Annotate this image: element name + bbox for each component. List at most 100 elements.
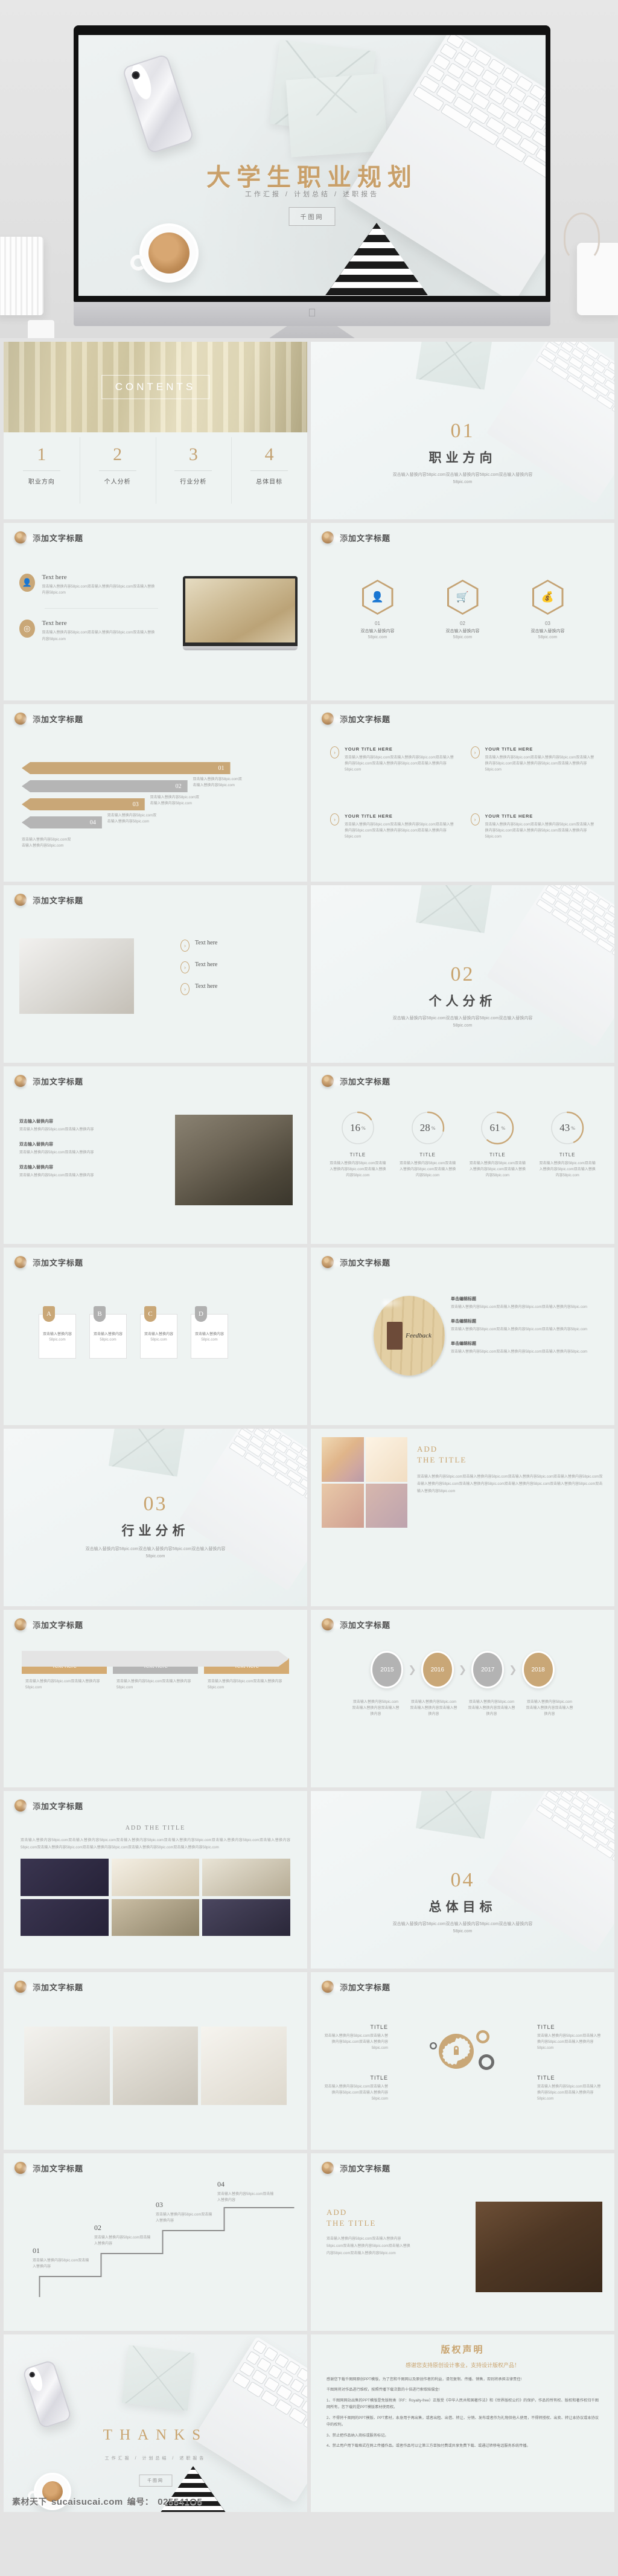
arrow-number: 01: [218, 764, 225, 772]
letter-card[interactable]: A 双击输入替换内容 58pic.com: [39, 1306, 76, 1359]
title-block[interactable]: › YOUR TITLE HERE 双击输入替换内容58pic.com双击输入替…: [470, 746, 596, 800]
feedback-item[interactable]: 单击编辑标题 双击输入替换内容58pic.com双击输入替换内容58pic.co…: [451, 1318, 606, 1333]
slide-feedback[interactable]: 添加文字标题 Feedback 单击编辑标题 双击输入替换内容58pic.com…: [311, 1248, 614, 1425]
thanks-subtitle: 工作汇报 / 计划总结 / 述职报告: [104, 2456, 206, 2461]
slide-section-01[interactable]: 01 职业方向 双击输入替换内容58pic.com双击输入替换内容58pic.c…: [311, 342, 614, 519]
feedback-item[interactable]: 单击编辑标题 双击输入替换内容58pic.com双击输入替换内容58pic.co…: [451, 1296, 606, 1310]
gear-title-item[interactable]: TITLE 双击输入替换内容58pic.com双击输入替换内容58pic.com…: [322, 2075, 388, 2103]
ring-item[interactable]: 61% TITLE 双击输入替换内容58pic.com双击输入替换内容58pic…: [468, 1110, 526, 1179]
slide-section-03[interactable]: 03 行业分析 双击输入替换内容58pic.com双击输入替换内容58pic.c…: [4, 1429, 307, 1606]
contents-item[interactable]: 3 行业分析: [155, 432, 232, 519]
slide-four-titles[interactable]: 添加文字标题 › YOUR TITLE HERE 双击输入替换内容58pic.c…: [311, 704, 614, 882]
copyright-heading: 版权声明: [441, 2345, 485, 2355]
list-item[interactable]: 双击输入替换内容 双击输入替换内容58pic.com双击输入替换内容: [19, 1141, 116, 1156]
gear-title-item[interactable]: TITLE 双击输入替换内容58pic.com双击输入替换内容58pic.com…: [537, 2075, 604, 2103]
slide-body: Text here 双击输入替换内容58pic.com双击输入替换内容58pic…: [4, 1638, 307, 1787]
divider: [174, 470, 212, 471]
slide-abcd-cards[interactable]: 添加文字标题 A 双击输入替换内容 58pic.com B 双击输入替换内容 5…: [4, 1248, 307, 1425]
arrow-row[interactable]: 03 双击输入替换内容58pic.com双击输入替换内容58pic.com: [22, 796, 289, 810]
slide-ribbon-process[interactable]: 添加文字标题 Text here 双击输入替换内容58pic.com双击输入替换…: [4, 1610, 307, 1787]
thanks-brand-button[interactable]: 千图网: [139, 2475, 172, 2487]
item-body: 双击输入替换内容58pic.com双击输入替换内容58pic.com双击输入替换…: [42, 585, 155, 595]
contents-item[interactable]: 4 总体目标: [231, 432, 307, 519]
slide-arrow-bars[interactable]: 添加文字标题 01 02 双击输入替换内容58pic.com双击输入替换内容58…: [4, 704, 307, 882]
letter-card[interactable]: D 双击输入替换内容 58pic.com: [191, 1306, 228, 1359]
slide-stairs[interactable]: 添加文字标题 01 双击输入替换内容58pic.com双击输入替换内容 02 双…: [4, 2153, 307, 2331]
gear-title-item[interactable]: TITLE 双击输入替换内容58pic.com双击输入替换内容58pic.com…: [537, 2024, 604, 2052]
list-item[interactable]: 双击输入替换内容 双击输入替换内容58pic.com双击输入替换内容: [19, 1118, 116, 1133]
list-item[interactable]: › Text here: [180, 961, 289, 973]
gear-title-item[interactable]: TITLE 双击输入替换内容58pic.com双击输入替换内容58pic.com…: [322, 2024, 388, 2052]
slide-gallery[interactable]: 添加文字标题 ADD THE TITLE 双击输入替换内容58pic.com双击…: [4, 1791, 307, 1969]
ring-item[interactable]: 28% TITLE 双击输入替换内容58pic.com双击输入替换内容58pic…: [399, 1110, 457, 1179]
list-item[interactable]: › Text here: [180, 983, 289, 995]
stair-item[interactable]: 04 双击输入替换内容58pic.com双击输入替换内容: [217, 2180, 275, 2203]
section-description: 双击输入替换内容58pic.com双击输入替换内容58pic.com双击输入替换…: [392, 1016, 533, 1028]
slide-camera-add-title[interactable]: ADD THE TITLE 双击输入替换内容58pic.com双击输入替换内容5…: [311, 1429, 614, 1606]
decor-coffee-cup-icon: [130, 223, 199, 283]
year-badge[interactable]: 2018: [521, 1651, 555, 1688]
slide-gear-titles[interactable]: 添加文字标题 TITLE 双击输入替换内容58pic.com双击输入替换内容58…: [311, 1972, 614, 2150]
section-description: 双击输入替换内容58pic.com双击输入替换内容58pic.com双击输入替换…: [392, 472, 533, 484]
stair-item[interactable]: 01 双击输入替换内容58pic.com双击输入替换内容: [33, 2246, 91, 2270]
year-badge[interactable]: 2017: [471, 1651, 505, 1688]
item-body: 双击输入替换内容58pic.com双击输入替换内容58pic.com双击输入替换…: [451, 1306, 588, 1309]
slide-body: › Text here › Text here › Text here: [4, 913, 307, 1063]
hero-brand-button[interactable]: 千图网: [288, 207, 336, 226]
slide-text-notebook[interactable]: 添加文字标题 双击输入替换内容 双击输入替换内容58pic.com双击输入替换内…: [4, 1066, 307, 1244]
list-item[interactable]: › Text here: [180, 940, 289, 952]
letter-card[interactable]: B 双击输入替换内容 58pic.com: [89, 1306, 127, 1359]
ribbon-body: 双击输入替换内容58pic.com双击输入替换内容58pic.com: [116, 1680, 191, 1690]
slide-year-timeline[interactable]: 添加文字标题 2015 ❯ 2016 ❯ 2017 ❯ 2018 双击输入替换内…: [311, 1610, 614, 1787]
slide-note-add-title[interactable]: 添加文字标题 ADD THE TITLE 双击输入替换内容58pic.com双击…: [311, 2153, 614, 2331]
slide-body: Feedback 单击编辑标题 双击输入替换内容58pic.com双击输入替换内…: [311, 1275, 614, 1425]
feedback-item[interactable]: 单击编辑标题 双击输入替换内容58pic.com双击输入替换内容58pic.co…: [451, 1341, 606, 1355]
list-item[interactable]: 双击输入替换内容 双击输入替换内容58pic.com双击输入替换内容: [19, 1164, 116, 1179]
arrow-row[interactable]: 04 双击输入替换内容58pic.com双击输入替换内容58pic.com: [22, 814, 289, 828]
list-item[interactable]: 👤 Text here 双击输入替换内容58pic.com双击输入替换内容58p…: [19, 574, 158, 596]
title-block[interactable]: › YOUR TITLE HERE 双击输入替换内容58pic.com双击输入替…: [330, 746, 455, 800]
contents-item[interactable]: 2 个人分析: [79, 432, 156, 519]
hexagon-item[interactable]: 🛒 02 双击输入替换内容 58pic.com: [430, 580, 496, 639]
list-item[interactable]: ◎ Text here 双击输入替换内容58pic.com双击输入替换内容58p…: [19, 620, 158, 642]
stair-item[interactable]: 02 双击输入替换内容58pic.com双击输入替换内容: [94, 2223, 152, 2247]
slide-icon-text-laptop[interactable]: 添加文字标题 👤 Text here 双击输入替换内容58pic.com双击输入…: [4, 523, 307, 700]
item-title: 单击编辑标题: [451, 1342, 476, 1347]
slide-header: 添加文字标题: [14, 1799, 83, 1812]
slide-thanks[interactable]: THANKS 工作汇报 / 计划总结 / 述职报告 千图网 素材天下 sucai…: [4, 2334, 307, 2512]
contents-item-label: 职业方向: [28, 479, 55, 485]
slide-percent-rings[interactable]: 添加文字标题 16% TITLE 双击输入替换内容58pic.com双击输入替换…: [311, 1066, 614, 1244]
year-badge[interactable]: 2015: [371, 1651, 404, 1688]
title-block[interactable]: › YOUR TITLE HERE 双击输入替换内容58pic.com双击输入替…: [470, 813, 596, 867]
item-title: Text here: [195, 983, 218, 990]
hexagon-item[interactable]: 💰 03 双击输入替换内容 58pic.com: [515, 580, 581, 639]
ring-title: TITLE: [559, 1152, 576, 1158]
stair-item[interactable]: 03 双击输入替换内容58pic.com双击输入替换内容: [156, 2200, 214, 2224]
arrow-row[interactable]: 02 双击输入替换内容58pic.com双击输入替换内容58pic.com: [22, 778, 289, 792]
slide-contents[interactable]: CONTENTS 1 职业方向 2 个人分析 3 行业分析 4 总体目标: [4, 342, 307, 519]
hexagon-item[interactable]: 👤 01 双击输入替换内容 58pic.com: [345, 580, 411, 639]
the-title-label: THE TITLE: [417, 1455, 467, 1464]
hexagon-line1: 双击输入替换内容: [530, 629, 565, 633]
slide-desk-photos[interactable]: 添加文字标题: [4, 1972, 307, 2150]
wood-slice-icon: [14, 1799, 27, 1812]
copyright-paragraph: 3、禁止把作品纳入商标或服务标记。: [327, 2433, 389, 2438]
slide-copyright[interactable]: 版权声明 感谢您支持原创设计事业，支持设计版权产品！ 感谢您下载千图网原创PPT…: [311, 2334, 614, 2512]
wood-slice-icon: [322, 1981, 334, 1993]
hexagon-line2: 58pic.com: [368, 635, 387, 639]
wood-slice-icon: [14, 1981, 27, 1993]
slide-hexagon-icons[interactable]: 添加文字标题 👤 01 双击输入替换内容 58pic.com 🛒 02 双击输入…: [311, 523, 614, 700]
contents-item-label: 总体目标: [256, 479, 283, 485]
title-block[interactable]: › YOUR TITLE HERE 双击输入替换内容58pic.com双击输入替…: [330, 813, 455, 867]
ring-item[interactable]: 43% TITLE 双击输入替换内容58pic.com双击输入替换内容58pic…: [538, 1110, 596, 1179]
contents-item[interactable]: 1 职业方向: [4, 432, 80, 519]
slide-photo-text-list[interactable]: 添加文字标题 › Text here › Text here › Text he…: [4, 885, 307, 1063]
slide-section-04[interactable]: 04 总体目标 双击输入替换内容58pic.com双击输入替换内容58pic.c…: [311, 1791, 614, 1969]
stair-body: 双击输入替换内容58pic.com双击输入替换内容: [217, 2193, 274, 2203]
slide-section-02[interactable]: 02 个人分析 双击输入替换内容58pic.com双击输入替换内容58pic.c…: [311, 885, 614, 1063]
arrow-row[interactable]: 01: [22, 762, 289, 774]
letter-card[interactable]: C 双击输入替换内容 58pic.com: [140, 1306, 177, 1359]
year-badge[interactable]: 2016: [421, 1651, 454, 1688]
year-body: 双击输入替换内容58pic.com双击输入替换内容双击输入替换内容: [352, 1700, 400, 1717]
ring-item[interactable]: 16% TITLE 双击输入替换内容58pic.com双击输入替换内容58pic…: [329, 1110, 387, 1179]
